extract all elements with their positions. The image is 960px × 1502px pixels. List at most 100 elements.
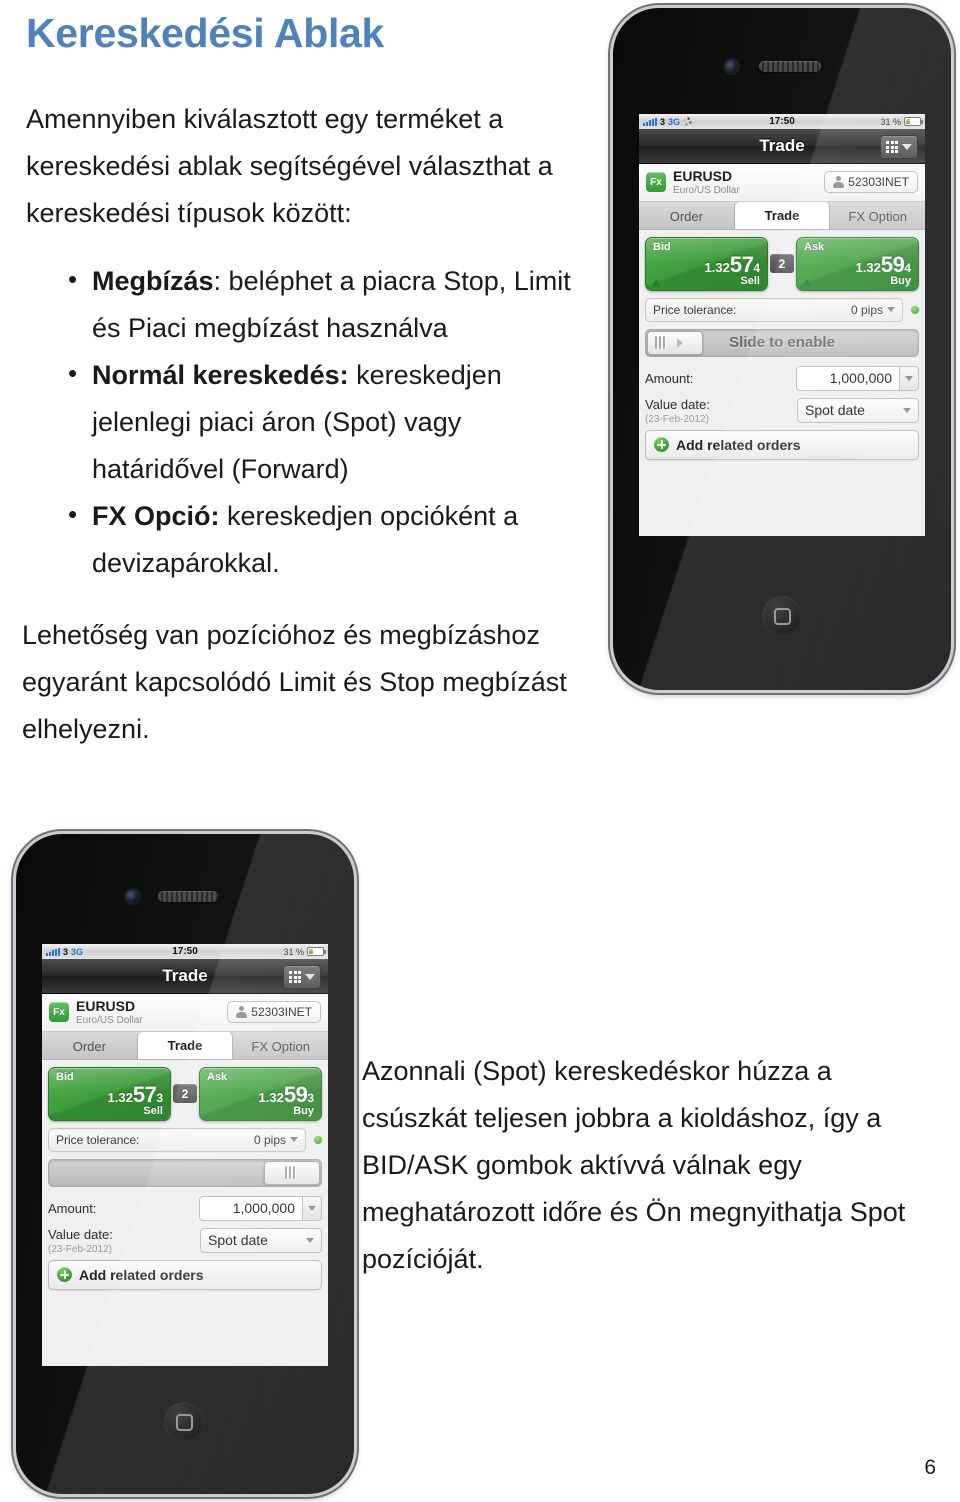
list-item-lead: FX Opció: [92,501,220,531]
ask-button[interactable]: Ask 1.32593 Buy [199,1066,322,1121]
list-item: Megbízás: beléphet a piacra Stop, Limit … [26,256,586,352]
ask-action-label: Buy [293,1104,314,1117]
ask-action-label: Buy [890,274,911,287]
list-item: FX Opció: kereskedjen opcióként a deviza… [26,491,586,587]
trade-panel: Bid 1.32573 Sell 2 Ask 1.32593 Buy Price… [42,1059,328,1296]
ask-price-big: 59 [880,251,905,277]
ask-price-prefix: 1.32 [258,1089,284,1105]
list-item-lead: Megbízás [92,266,214,296]
nav-title: Trade [759,136,805,155]
ask-direction-icon [803,278,811,286]
trade-panel: Bid 1.32574 Sell 2 Ask 1.32594 Buy Price… [639,229,925,466]
value-date-select[interactable]: Spot date [200,1227,322,1253]
front-camera-icon [725,60,738,73]
amount-label: Amount: [48,1200,97,1216]
chevron-down-icon [903,407,911,413]
value-date-select[interactable]: Spot date [797,397,919,423]
price-tolerance-row: Price tolerance: 0 pips [645,297,919,322]
tab-trade[interactable]: Trade [734,201,831,229]
chevron-down-icon [306,1237,314,1243]
page-title: Kereskedési Ablak [26,10,385,56]
plus-icon [57,1267,72,1283]
ask-button[interactable]: Ask 1.32594 Buy [796,236,919,291]
chevron-down-icon [308,1205,316,1211]
value-date-row: Value date: (23-Feb-2012) Spot date [645,396,919,425]
tab-fx-option[interactable]: FX Option [233,1034,328,1059]
instrument-symbol: EURUSD [76,998,136,1014]
list-item-lead: Normál kereskedés: [92,360,349,390]
earpiece-speaker [158,891,218,902]
home-button[interactable] [164,1402,204,1442]
grip-icon [285,1166,295,1180]
grid-icon [886,141,898,153]
fx-badge-icon: Fx [646,172,666,193]
slide-to-enable-slider[interactable] [48,1158,322,1187]
grid-menu-button[interactable] [283,965,321,989]
price-tolerance-field[interactable]: Price tolerance: 0 pips [48,1127,306,1152]
clock-label: 17:50 [769,116,795,127]
add-related-orders-button[interactable]: Add related orders [48,1259,322,1290]
chevron-down-icon [902,144,912,150]
list-item: Normál kereskedés: kereskedjen jelenlegi… [26,350,586,493]
amount-dropdown-button[interactable] [900,365,919,391]
earpiece-speaker [759,61,821,72]
fx-badge-icon: Fx [49,1002,69,1023]
plus-icon [654,437,669,453]
amount-row: Amount: 1,000,000 [645,365,919,391]
chevron-down-icon [290,1137,298,1143]
value-date-label: Value date: [645,396,710,412]
grid-menu-button[interactable] [880,135,918,159]
slider-handle[interactable] [264,1160,320,1185]
battery-icon [307,947,326,956]
slider-handle[interactable] [647,330,703,355]
account-selector[interactable]: 52303INET [824,171,918,194]
chevron-down-icon [905,375,913,381]
app-screen-bottom: 3 3G 17:50 31 % Trade Fx EURUSD Euro/US [42,944,328,1366]
bid-action-label: Sell [143,1104,163,1117]
list-item-separator: : [213,266,222,296]
instrument-header: Fx EURUSD Euro/US Dollar 52303INET [639,164,925,202]
ask-price-pip: 4 [904,260,911,275]
person-icon [833,176,845,189]
account-label: 52303INET [251,1005,312,1020]
app-screen-top: 3 3G 17:50 31 % Trade Fx EURUSD Euro/US … [639,114,925,536]
chevron-down-icon [305,974,315,980]
price-tolerance-label: Price tolerance: [56,1132,140,1147]
amount-input[interactable]: 1,000,000 [199,1195,303,1221]
bid-button[interactable]: Bid 1.32573 Sell [48,1066,171,1121]
bid-price-pip: 3 [156,1090,163,1105]
amount-input[interactable]: 1,000,000 [796,365,900,391]
amount-row: Amount: 1,000,000 [48,1195,322,1221]
ask-price-pip: 3 [307,1090,314,1105]
slide-to-enable-slider[interactable]: Slide to enable [645,328,919,357]
bid-button[interactable]: Bid 1.32574 Sell [645,236,768,291]
add-related-orders-button[interactable]: Add related orders [645,429,919,460]
bid-price-big: 57 [132,1081,157,1107]
tab-trade[interactable]: Trade [137,1031,234,1059]
value-date-label: Value date: [48,1226,113,1242]
clock-label: 17:50 [172,946,198,957]
bid-action-label: Sell [740,274,760,287]
account-label: 52303INET [848,175,909,190]
phone-mockup-bottom: 3 3G 17:50 31 % Trade Fx EURUSD Euro/US [16,834,354,1494]
home-button[interactable] [762,596,802,636]
tab-order[interactable]: Order [42,1033,138,1059]
amount-dropdown-button[interactable] [303,1195,322,1221]
ask-price-big: 59 [283,1081,308,1107]
price-tolerance-field[interactable]: Price tolerance: 0 pips [645,297,903,322]
tab-bar: Order Trade FX Option [639,201,925,230]
price-tolerance-value: 0 pips [253,1132,286,1147]
front-camera-icon [126,890,139,903]
account-selector[interactable]: 52303INET [227,1001,321,1024]
instrument-description: Euro/US Dollar [673,184,740,196]
intro-paragraph: Amennyiben kiválasztott egy terméket a k… [26,104,553,228]
page-number: 6 [924,1456,936,1479]
ask-price-prefix: 1.32 [855,259,881,275]
instrument-symbol: EURUSD [673,168,733,184]
bid-price-big: 57 [729,251,754,277]
tab-order[interactable]: Order [639,203,735,229]
status-bar: 3 3G 17:50 31 % [639,114,925,129]
add-related-orders-label: Add related orders [676,436,801,453]
instrument-description: Euro/US Dollar [76,1014,143,1026]
tab-fx-option[interactable]: FX Option [830,204,925,229]
